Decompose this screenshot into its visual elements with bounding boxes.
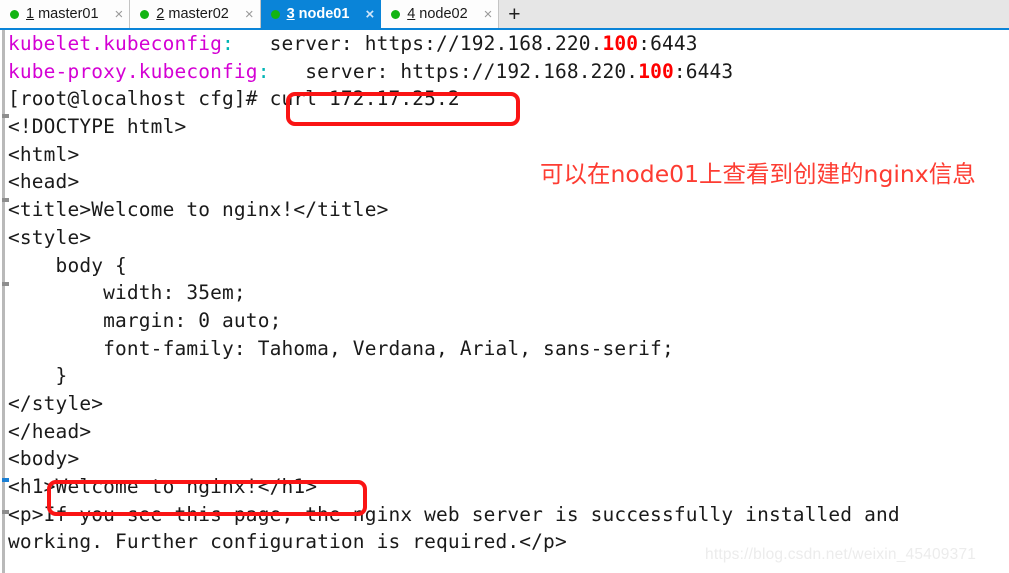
new-tab-button[interactable]: + (499, 0, 530, 28)
tab-index: 4 (407, 6, 416, 22)
terminal-text-segment: <!DOCTYPE html> (8, 115, 187, 139)
terminal-text-segment: <html> (8, 142, 80, 166)
line-brace: } (8, 362, 1009, 390)
terminal-text-segment: server: https://192.168.220. (269, 59, 639, 83)
tab-status-dot-icon (270, 9, 280, 19)
terminal-text-segment: <style> (8, 225, 92, 249)
terminal-text-segment: } (8, 364, 68, 388)
tab-label: node02 (419, 6, 468, 22)
terminal-text-segment: <h1>Welcome to nginx!</h1> (8, 475, 318, 498)
terminal-text-segment: kubelet.kubeconfig (8, 32, 223, 55)
terminal-scroll-gutter[interactable] (2, 30, 9, 573)
tab-close-icon[interactable]: × (115, 7, 124, 22)
tab-master01[interactable]: 1 master01 × (0, 0, 131, 28)
terminal-text-segment: width: 35em; (8, 281, 246, 305)
terminal-text-segment: </head> (8, 419, 92, 443)
line-doctype: <!DOCTYPE html> (8, 113, 1009, 141)
tab-node02[interactable]: 4 node02 × (381, 0, 500, 28)
terminal-text-segment: <title>Welcome to nginx!</title> (8, 198, 389, 222)
terminal-text-segment: </style> (8, 391, 104, 415)
tab-label: node01 (298, 6, 350, 22)
terminal-text-segment: : (257, 59, 270, 83)
line-title: <title>Welcome to nginx!</title> (8, 196, 1009, 224)
line-body-sel: body { (8, 252, 1009, 280)
line-margin: margin: 0 auto; (8, 307, 1009, 335)
tab-status-dot-icon (140, 9, 150, 19)
terminal-text-segment: <p>If you see this page, the nginx web s… (8, 502, 900, 526)
tab-bar-empty-area (529, 0, 1009, 28)
terminal-text-segment: server: https://192.168.220. (233, 32, 603, 55)
tab-close-icon[interactable]: × (245, 7, 254, 22)
terminal-text-segment: <head> (8, 170, 80, 194)
terminal-text-segment: [root@localhost cfg]# curl 172.17.25.2 (8, 87, 460, 111)
annotation-note-text: 可以在node01上查看到创建的nginx信息 (540, 160, 976, 188)
watermark-text: https://blog.csdn.net/weixin_45409371 (705, 546, 977, 563)
tab-status-dot-icon (391, 9, 401, 19)
terminal-text-segment: : (222, 32, 234, 55)
terminal-lines: kubelet.kubeconfig: server: https://192.… (8, 30, 1009, 556)
tab-node01[interactable]: 3 node01 × (260, 0, 382, 28)
terminal-text-segment: body { (8, 253, 127, 277)
tab-index: 1 (26, 6, 35, 22)
tab-label: master01 (38, 6, 99, 22)
terminal-text-segment: margin: 0 auto; (8, 308, 282, 332)
tab-status-dot-icon (10, 9, 19, 19)
tab-index: 2 (156, 6, 165, 22)
terminal-tab-bar: 1 master01 × 2 master02 × 3 node01 × 4 n… (0, 0, 1009, 30)
tab-index: 3 (286, 6, 295, 22)
line-style: <style> (8, 224, 1009, 252)
line-fontfam: font-family: Tahoma, Verdana, Arial, san… (8, 335, 1009, 363)
terminal-text-segment: working. Further configuration is requir… (8, 530, 567, 554)
line-prompt-curl: [root@localhost cfg]# curl 172.17.25.2 (8, 85, 1009, 113)
terminal-text-segment: font-family: Tahoma, Verdana, Arial, san… (8, 336, 674, 360)
line-h1: <h1>Welcome to nginx!</h1> (8, 473, 1009, 501)
line-style-end: </style> (8, 390, 1009, 418)
tab-label: master02 (168, 6, 229, 22)
line-kubelet-kubeconfig: kubelet.kubeconfig: server: https://192.… (8, 30, 1009, 58)
terminal-text-segment: 100 (602, 32, 639, 55)
terminal-text-segment: :6443 (638, 32, 698, 55)
line-p1: <p>If you see this page, the nginx web s… (8, 501, 1009, 529)
terminal-text-segment: kube-proxy.kubeconfig (8, 59, 258, 83)
line-kubeproxy-kubeconfig: kube-proxy.kubeconfig: server: https://1… (8, 58, 1009, 86)
tab-close-icon[interactable]: × (365, 7, 374, 22)
line-width: width: 35em; (8, 279, 1009, 307)
tab-master02[interactable]: 2 master02 × (130, 0, 261, 28)
terminal-text-segment: 100 (638, 59, 674, 83)
line-body: <body> (8, 445, 1009, 473)
line-head-end: </head> (8, 418, 1009, 446)
tab-close-icon[interactable]: × (484, 7, 493, 22)
terminal-text-segment: <body> (8, 447, 80, 471)
terminal-text-segment: :6443 (673, 59, 734, 83)
terminal-output-pane[interactable]: kubelet.kubeconfig: server: https://192.… (0, 30, 1009, 573)
